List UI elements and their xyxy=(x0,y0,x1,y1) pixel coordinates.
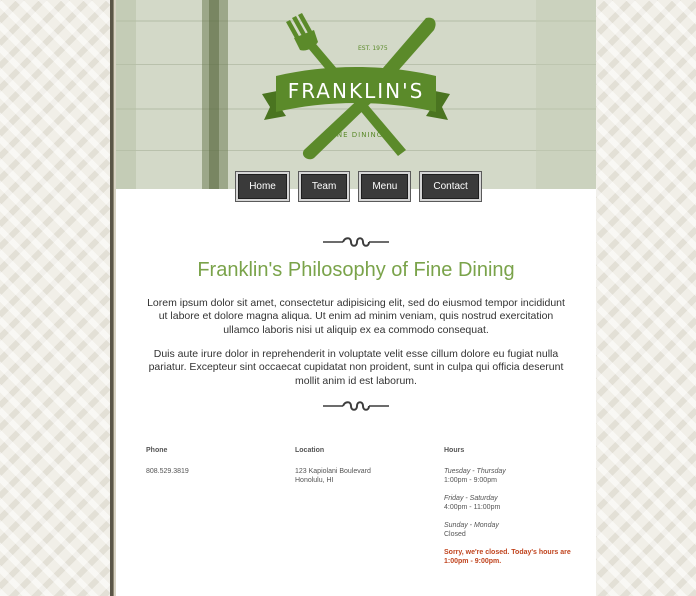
nav-team-button[interactable]: Team xyxy=(300,174,348,199)
intro-paragraph-2: Duis aute irure dolor in reprehenderit i… xyxy=(148,348,564,387)
page-container: FRANKLIN'S EST. 1975 FINE DINING Home Te… xyxy=(116,0,596,596)
logo-wordmark: FRANKLIN'S xyxy=(288,79,425,103)
hours-time: 1:00pm - 9:00pm xyxy=(444,477,497,484)
closed-notice: Sorry, we're closed. Today's hours are 1… xyxy=(444,549,571,565)
intro-paragraph-1: Lorem ipsum dolor sit amet, consectetur … xyxy=(147,297,565,336)
main-nav: Home Team Menu Contact xyxy=(116,174,596,199)
hours-time: Closed xyxy=(444,531,466,538)
nav-menu-button[interactable]: Menu xyxy=(361,174,409,199)
hours-time: 4:00pm - 11:00pm xyxy=(444,504,501,511)
flourish-divider-icon xyxy=(323,237,389,247)
hero-banner: FRANKLIN'S EST. 1975 FINE DINING xyxy=(116,0,596,189)
logo-established: EST. 1975 xyxy=(358,45,388,52)
address-line-1: 123 Kapiolani Boulevard xyxy=(295,468,371,475)
footer-location-column: Location 123 Kapiolani Boulevard Honolul… xyxy=(295,446,425,485)
page-title: Franklin's Philosophy of Fine Dining xyxy=(197,259,515,281)
hours-heading: Hours xyxy=(444,447,465,454)
flourish-divider-bottom-icon xyxy=(323,401,389,411)
hours-days: Sunday - Monday xyxy=(444,522,499,529)
footer-phone-column: Phone 808.529.3819 xyxy=(146,446,276,476)
footer-hours-column: Hours Tuesday - Thursday 1:00pm - 9:00pm… xyxy=(444,446,574,566)
phone-number[interactable]: 808.529.3819 xyxy=(146,467,276,476)
hours-group: Friday - Saturday 4:00pm - 11:00pm xyxy=(444,494,574,512)
fork-knife-logo-icon: FRANKLIN'S EST. 1975 FINE DINING xyxy=(262,13,450,160)
hours-group: Sunday - Monday Closed xyxy=(444,521,574,539)
hours-days: Friday - Saturday xyxy=(444,495,498,502)
location-heading: Location xyxy=(295,447,325,454)
address-line-2: Honolulu, HI xyxy=(295,477,334,484)
hours-group: Tuesday - Thursday 1:00pm - 9:00pm xyxy=(444,467,574,485)
hours-days: Tuesday - Thursday xyxy=(444,468,506,475)
logo-tagline: FINE DINING xyxy=(329,131,383,139)
phone-heading: Phone xyxy=(146,447,168,454)
nav-home-button[interactable]: Home xyxy=(238,174,287,199)
nav-contact-button[interactable]: Contact xyxy=(422,174,479,199)
